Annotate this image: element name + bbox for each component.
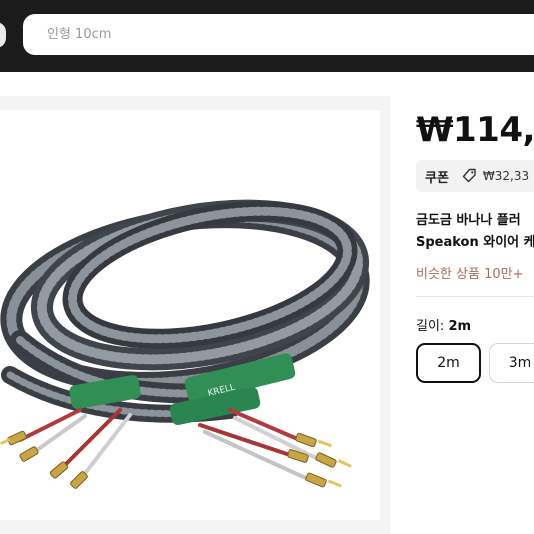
option-label: 길이: (416, 319, 449, 334)
product-title-line1: 금도금 바나나 플러 (416, 213, 521, 228)
option-selected-value: 2m (448, 319, 472, 334)
coupon-amount: ₩32,33 (482, 169, 530, 183)
product-price: ₩114,6 (416, 110, 534, 150)
coupon-badge[interactable]: 쿠폰 ₩32,33 (416, 160, 534, 192)
length-option-label: 길이: 2m (416, 315, 471, 334)
speaker-cable-photo: KRELL (0, 199, 370, 489)
header-left-button[interactable] (0, 22, 6, 48)
section-divider (416, 296, 534, 297)
search-bar[interactable] (23, 14, 534, 55)
product-image[interactable]: KRELL (0, 110, 380, 520)
similar-products-link[interactable]: 비슷한 상품 10만+ (416, 263, 523, 282)
coupon-label: 쿠폰 (425, 170, 449, 186)
product-page: KRELL (0, 0, 534, 534)
length-option-3m[interactable]: 3m (489, 343, 534, 383)
top-header (0, 0, 534, 72)
search-input[interactable] (47, 27, 534, 42)
product-image-panel: KRELL (0, 96, 390, 534)
tag-icon (461, 168, 477, 184)
length-option-2m[interactable]: 2m (416, 343, 481, 383)
product-title-line2: Speakon 와이어 케 (416, 235, 534, 250)
